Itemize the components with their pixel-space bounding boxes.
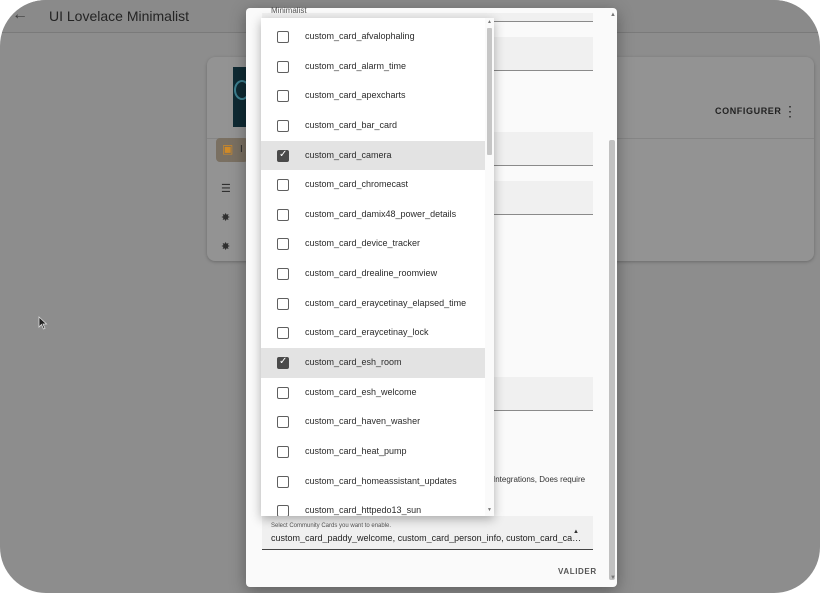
checkbox-checked-icon[interactable]: ✓ — [277, 356, 289, 370]
list-item[interactable]: ✓ custom_card_httpedo13_sun — [261, 496, 485, 516]
page-title: UI Lovelace Minimalist — [49, 8, 190, 24]
list-item-label: custom_card_esh_room — [305, 357, 402, 368]
scroll-down-icon[interactable]: ▼ — [610, 575, 616, 581]
list-item[interactable]: ✓ custom_card_eraycetinay_lock — [261, 318, 485, 348]
checkbox-icon[interactable]: ✓ — [277, 327, 289, 340]
check-icon: ✓ — [279, 356, 288, 368]
checkbox-icon[interactable]: ✓ — [277, 238, 289, 251]
configure-button[interactable]: CONFIGURER — [715, 106, 782, 116]
list-scrollbar-thumb[interactable] — [487, 28, 492, 155]
select-value: custom_card_paddy_welcome, custom_card_p… — [271, 533, 584, 543]
list-item[interactable]: ✓ custom_card_alarm_time — [261, 52, 485, 82]
dialog-scrollbar[interactable] — [609, 140, 615, 580]
bug-icon: ✸ — [221, 212, 231, 224]
list-item-label: custom_card_homeassistant_updates — [305, 475, 457, 486]
checkbox-icon[interactable]: ✓ — [277, 475, 289, 488]
cards-dropdown: ✓ custom_card_afvalophaling ✓ custom_card_a… — [261, 18, 494, 516]
list-item-label: custom_card_device_tracker — [305, 238, 421, 249]
list-item-label: custom_card_damix48_power_details — [305, 208, 457, 219]
more-options-icon[interactable]: ⋮ — [783, 104, 797, 118]
list-item-label: custom_card_eraycetinay_elapsed_time — [305, 297, 467, 308]
list-item[interactable]: ✓ custom_card_camera — [261, 140, 485, 171]
scroll-up-icon[interactable]: ▲ — [610, 12, 616, 18]
list-item-label: custom_card_httpedo13_sun — [305, 505, 422, 516]
caret-up-icon[interactable]: ▲ — [573, 529, 579, 535]
checkbox-icon[interactable]: ✓ — [277, 179, 289, 192]
bug-settings-icon: ✸ — [221, 241, 231, 253]
list-item-label: custom_card_eraycetinay_lock — [305, 327, 429, 338]
checkbox-icon[interactable]: ✓ — [277, 31, 289, 43]
list-item[interactable]: ✓ custom_card_heat_pump — [261, 437, 485, 467]
list-item-label: custom_card_haven_washer — [305, 416, 421, 427]
books-icon: ☰ — [221, 183, 231, 195]
checkbox-icon[interactable]: ✓ — [277, 416, 289, 429]
back-arrow-icon[interactable]: ← — [12, 7, 28, 23]
submit-button[interactable]: VALIDER — [558, 567, 597, 576]
list-item-label: custom_card_afvalophaling — [305, 31, 415, 41]
checkbox-icon[interactable]: ✓ — [277, 445, 289, 458]
package-icon: ▣ — [222, 142, 234, 156]
list-item[interactable]: ✓ custom_card_haven_washer — [261, 407, 485, 437]
list-item[interactable]: ✓ custom_card_esh_room — [261, 348, 485, 378]
select-label: Select Community Cards you want to enabl… — [271, 523, 392, 529]
list-item[interactable]: ✓ custom_card_homeassistant_updates — [261, 467, 485, 497]
mouse-cursor-icon — [38, 316, 48, 330]
check-icon: ✓ — [279, 148, 288, 160]
list-item-label: custom_card_heat_pump — [305, 445, 407, 456]
checkbox-icon[interactable]: ✓ — [277, 386, 289, 399]
list-item[interactable]: ✓ custom_card_damix48_power_details — [261, 200, 485, 230]
checkbox-icon[interactable]: ✓ — [277, 505, 289, 516]
checkbox-icon[interactable]: ✓ — [277, 208, 289, 221]
list-item[interactable]: ✓ custom_card_apexcharts — [261, 81, 485, 111]
list-item-label: custom_card_camera — [305, 149, 392, 160]
list-scroll-up-icon[interactable]: ▲ — [487, 19, 492, 25]
list-scroll-down-icon[interactable]: ▼ — [487, 507, 492, 513]
list-item[interactable]: ✓ custom_card_eraycetinay_elapsed_time — [261, 289, 485, 319]
list-item[interactable]: ✓ custom_card_drealine_roomview — [261, 259, 485, 289]
checkbox-icon[interactable]: ✓ — [277, 297, 289, 310]
list-item-label: custom_card_apexcharts — [305, 90, 406, 101]
screen-frame: ← UI Lovelace Minimalist ▣ I ☰ ✸ ✸ CONFI… — [0, 0, 820, 593]
list-item-label: custom_card_chromecast — [305, 179, 409, 190]
list-item[interactable]: ✓ custom_card_device_tracker — [261, 229, 485, 259]
list-item-label: custom_card_drealine_roomview — [305, 268, 438, 279]
list-item[interactable]: ✓ custom_card_bar_card — [261, 111, 485, 141]
list-item[interactable]: ✓ custom_card_chromecast — [261, 170, 485, 200]
option-description: Integrations, Does require — [493, 475, 586, 484]
list-item[interactable]: ✓ custom_card_esh_welcome — [261, 378, 485, 408]
checkbox-icon[interactable]: ✓ — [277, 268, 289, 281]
list-item-label: custom_card_esh_welcome — [305, 386, 417, 397]
list-item-label: custom_card_alarm_time — [305, 60, 407, 71]
cards-list: ✓ custom_card_afvalophaling ✓ custom_card_a… — [261, 22, 485, 516]
list-item[interactable]: ✓ custom_card_afvalophaling — [261, 22, 485, 52]
checkbox-icon[interactable]: ✓ — [277, 90, 289, 103]
checkbox-checked-icon[interactable]: ✓ — [277, 148, 289, 162]
list-item-label: custom_card_bar_card — [305, 119, 398, 130]
checkbox-icon[interactable]: ✓ — [277, 119, 289, 132]
info-badge-letter: I — [240, 144, 243, 155]
checkbox-icon[interactable]: ✓ — [277, 60, 289, 73]
